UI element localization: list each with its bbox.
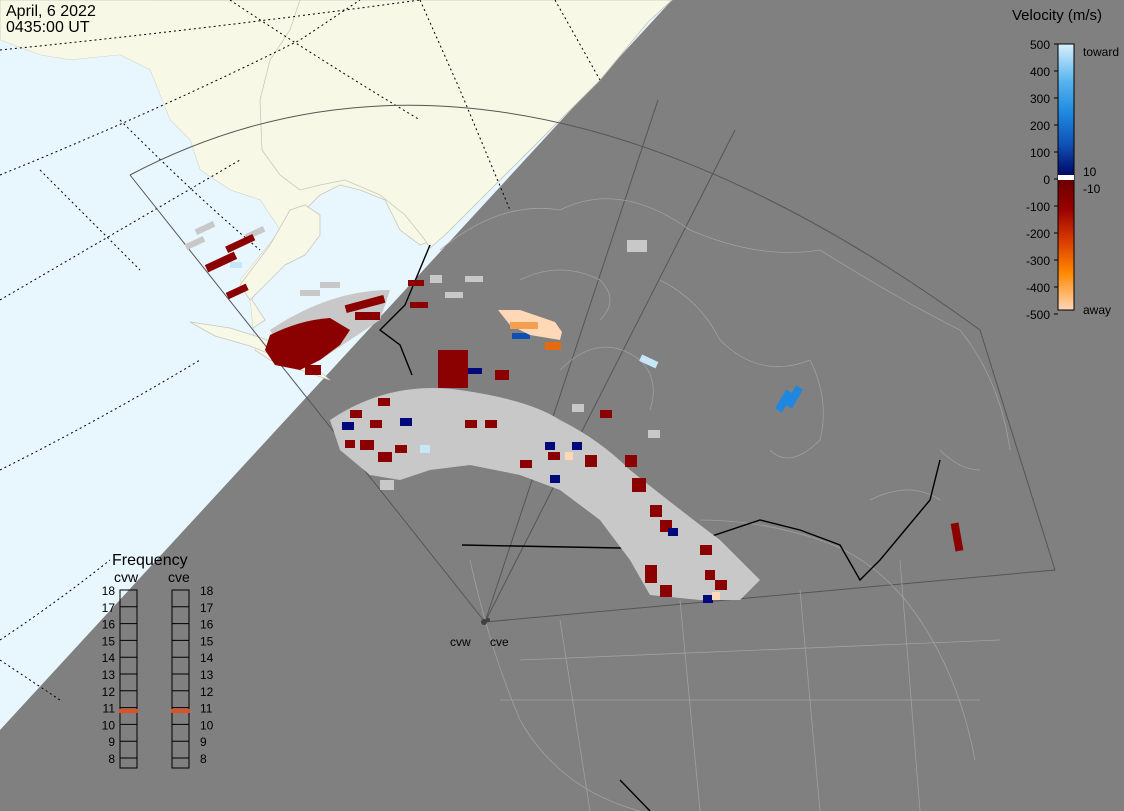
away-label: away bbox=[1083, 303, 1111, 317]
velocity-tick-label: 300 bbox=[1030, 92, 1050, 106]
frequency-marker-cve bbox=[171, 708, 190, 713]
frequency-tick-label: 14 bbox=[102, 651, 116, 665]
map-canvas: cvw cve April, 6 2022 0435:00 UT Velocit… bbox=[0, 0, 1124, 811]
radar-label-cvw: cvw bbox=[450, 635, 471, 649]
frequency-tick-label: 14 bbox=[200, 651, 214, 665]
frequency-tick-label: 16 bbox=[102, 618, 116, 632]
velocity-tick-label: 0 bbox=[1043, 173, 1050, 187]
frequency-tick-label: 12 bbox=[102, 685, 116, 699]
frequency-tick-label: 18 bbox=[102, 584, 116, 598]
velocity-tick-label: -400 bbox=[1026, 281, 1050, 295]
frequency-tick-label: 11 bbox=[200, 702, 213, 716]
frequency-marker-cvw bbox=[119, 708, 138, 713]
frequency-radar-cvw: cvw bbox=[114, 569, 139, 585]
velocity-small-neg: -10 bbox=[1083, 182, 1101, 196]
velocity-tick-label: 400 bbox=[1030, 65, 1050, 79]
date-label: April, 6 2022 bbox=[6, 3, 96, 20]
velocity-tick-label: -200 bbox=[1026, 227, 1050, 241]
velocity-small-pos: 10 bbox=[1083, 165, 1097, 179]
frequency-tick-label: 16 bbox=[200, 618, 214, 632]
frequency-tick-label: 8 bbox=[200, 752, 207, 766]
velocity-tick-label: -100 bbox=[1026, 200, 1050, 214]
frequency-tick-label: 17 bbox=[102, 601, 116, 615]
velocity-tick-label: -500 bbox=[1026, 308, 1050, 322]
frequency-tick-label: 10 bbox=[102, 718, 116, 732]
velocity-legend-title: Velocity (m/s) bbox=[1012, 7, 1102, 24]
frequency-legend-title: Frequency bbox=[112, 552, 188, 569]
frequency-tick-label: 15 bbox=[200, 634, 214, 648]
frequency-tick-label: 15 bbox=[102, 634, 116, 648]
frequency-tick-label: 17 bbox=[200, 601, 214, 615]
velocity-tick-label: 100 bbox=[1030, 146, 1050, 160]
radar-label-cve: cve bbox=[490, 635, 509, 649]
radar-map-view: cvw cve April, 6 2022 0435:00 UT Velocit… bbox=[0, 0, 1124, 811]
velocity-zero-band bbox=[1058, 175, 1074, 180]
frequency-tick-label: 18 bbox=[200, 584, 214, 598]
frequency-tick-label: 9 bbox=[108, 735, 115, 749]
time-label: 0435:00 UT bbox=[6, 19, 90, 36]
frequency-radar-cve: cve bbox=[168, 569, 190, 585]
frequency-tick-label: 11 bbox=[103, 702, 116, 716]
frequency-tick-label: 10 bbox=[200, 718, 214, 732]
frequency-tick-label: 12 bbox=[200, 685, 214, 699]
frequency-tick-label: 8 bbox=[108, 752, 115, 766]
radar-site-cve bbox=[486, 618, 490, 622]
frequency-tick-label: 13 bbox=[102, 668, 116, 682]
velocity-tick-label: 200 bbox=[1030, 119, 1050, 133]
velocity-tick-label: -300 bbox=[1026, 254, 1050, 268]
frequency-tick-label: 9 bbox=[200, 735, 207, 749]
frequency-tick-label: 13 bbox=[200, 668, 214, 682]
toward-label: toward bbox=[1083, 45, 1119, 59]
velocity-tick-label: 500 bbox=[1030, 38, 1050, 52]
